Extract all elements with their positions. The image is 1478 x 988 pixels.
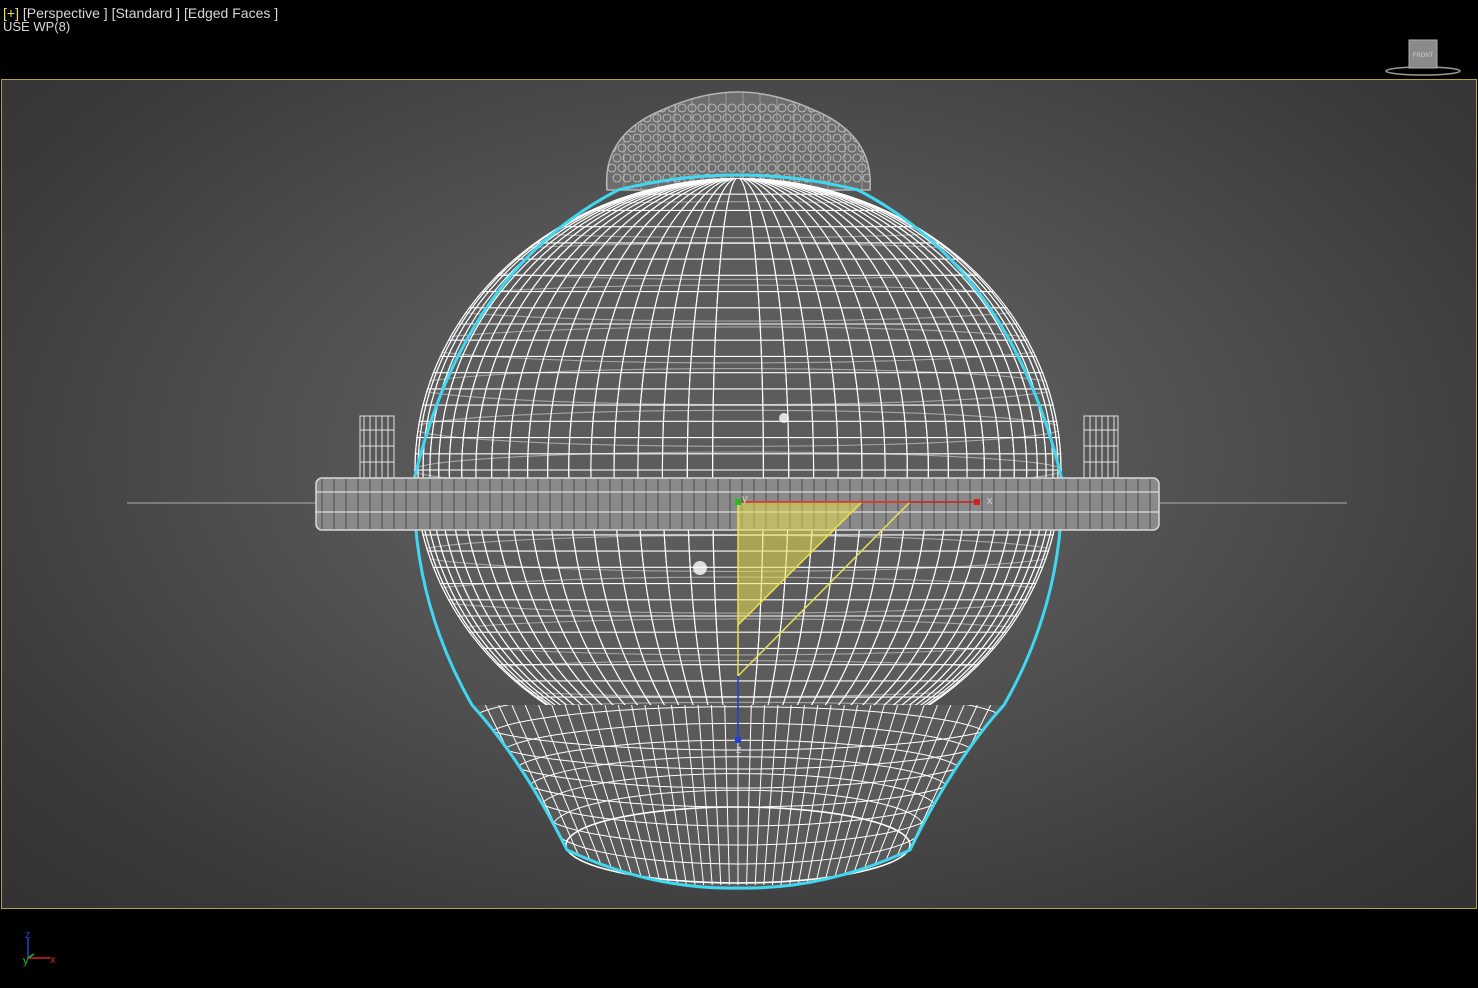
wireframe-scene[interactable]: x y z bbox=[2, 80, 1476, 908]
right-post-mesh bbox=[1083, 415, 1119, 479]
tripod-y-label: y bbox=[23, 955, 29, 967]
perspective-viewport[interactable]: x y z bbox=[1, 79, 1477, 909]
gizmo-y-label: y bbox=[742, 493, 748, 505]
light-glint bbox=[779, 413, 789, 423]
gizmo-x-label: x bbox=[987, 495, 993, 507]
gizmo-y-handle[interactable] bbox=[735, 499, 741, 505]
workplane-label: USE WP(8) bbox=[3, 19, 71, 34]
gizmo-z-label: z bbox=[736, 744, 742, 756]
viewport-shading-menu[interactable]: [Standard ] bbox=[112, 5, 181, 21]
tripod-z-label: z bbox=[25, 929, 31, 941]
light-glint bbox=[693, 561, 707, 575]
viewcube-icon[interactable]: FRONT bbox=[1384, 36, 1462, 78]
world-axis-tripod-icon: z y x bbox=[23, 929, 56, 967]
viewport-footer bbox=[0, 910, 1478, 988]
left-post-mesh bbox=[359, 415, 395, 479]
tripod-x-label: x bbox=[50, 954, 56, 966]
viewport-label-menu: [+] [Perspective ] [Standard ] [Edged Fa… bbox=[3, 6, 278, 20]
viewport-per-view-preference-menu[interactable]: [Edged Faces ] bbox=[184, 5, 278, 21]
viewport-header: [+] [Perspective ] [Standard ] [Edged Fa… bbox=[0, 0, 1478, 78]
viewcube-face-label[interactable]: FRONT bbox=[1413, 53, 1434, 59]
